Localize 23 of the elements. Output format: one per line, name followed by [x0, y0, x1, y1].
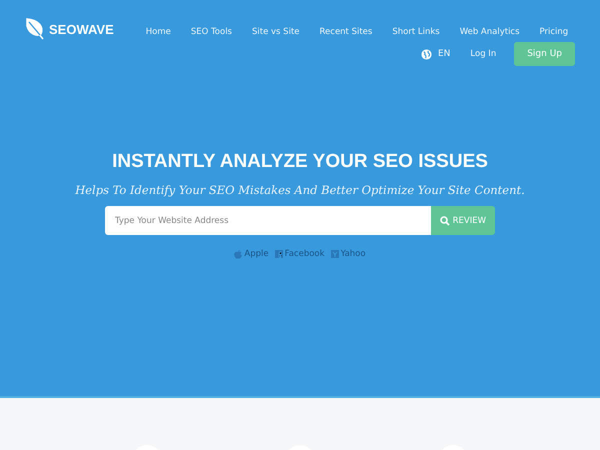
nav-link[interactable]: SEO Tools	[180, 27, 242, 37]
hero-subtitle: Helps To Identify Your SEO Mistakes And Better Optimize Your Site Content.	[75, 183, 525, 197]
nav-link[interactable]: Short Links	[382, 27, 450, 37]
hero-title: INSTANTLY ANALYZE YOUR SEO ISSUES	[112, 151, 488, 173]
language-selector[interactable]: EN	[421, 48, 450, 60]
example-link[interactable]: Facebook	[274, 249, 325, 259]
globe-icon	[421, 48, 432, 60]
nav-link[interactable]: Home	[136, 27, 181, 37]
search-icon	[440, 216, 450, 226]
nav-link[interactable]: Recent Sites	[310, 27, 382, 37]
example-link[interactable]: Yahoo	[330, 249, 366, 259]
nav-link[interactable]: Web Analytics	[450, 27, 530, 37]
website-address-field[interactable]: Type Your Website Address	[105, 206, 431, 235]
apple-icon	[234, 250, 242, 258]
nav-link[interactable]: Pricing	[530, 27, 578, 37]
nav-link[interactable]: Site vs Site	[242, 27, 310, 37]
yahoo-icon	[330, 250, 339, 258]
logo-link[interactable]: SEOWAVE	[25, 18, 114, 40]
example-link[interactable]: Apple	[234, 249, 269, 259]
login-link[interactable]: Log In	[460, 49, 506, 59]
signup-button[interactable]: Sign Up	[514, 42, 575, 66]
review-button[interactable]: REVIEW	[430, 206, 495, 235]
leaf-icon	[25, 18, 45, 40]
